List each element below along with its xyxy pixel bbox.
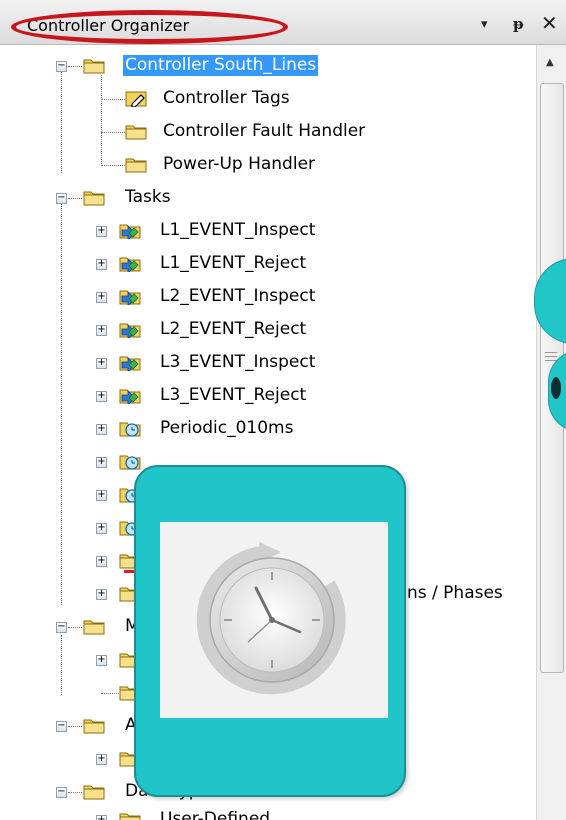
expand-toggle[interactable]: +: [96, 424, 107, 435]
tree-item-label[interactable]: L2_EVENT_Reject: [158, 319, 308, 340]
event-task-icon: [119, 287, 141, 305]
tree-item-task[interactable]: + Periodic_010ms: [0, 414, 536, 444]
collapse-toggle[interactable]: −: [56, 787, 67, 798]
expand-toggle[interactable]: +: [96, 259, 107, 270]
tree-item-label[interactable]: Tasks: [123, 187, 173, 208]
periodic-task-icon: [119, 452, 141, 470]
tree-item-label[interactable]: Controller Tags: [161, 88, 292, 109]
collapse-toggle[interactable]: −: [56, 721, 67, 732]
tree-item-task[interactable]: + L3_EVENT_Inspect: [0, 348, 536, 378]
scroll-up-icon[interactable]: ▲: [546, 57, 554, 68]
tree-item-fault-handler[interactable]: Controller Fault Handler: [0, 117, 536, 147]
tree-item-task[interactable]: + L2_EVENT_Inspect: [0, 282, 536, 312]
folder-icon: [83, 188, 105, 206]
collapse-toggle[interactable]: −: [56, 193, 67, 204]
tree-item-label[interactable]: Periodic_010ms: [158, 418, 295, 439]
tags-icon: [125, 89, 147, 107]
expand-toggle[interactable]: +: [96, 655, 107, 666]
expand-toggle[interactable]: +: [96, 457, 107, 468]
tree-item-powerup-handler[interactable]: Power-Up Handler: [0, 150, 536, 180]
tree-item-task[interactable]: + L1_EVENT_Reject: [0, 249, 536, 279]
expand-toggle[interactable]: +: [96, 490, 107, 501]
periodic-task-icon: [119, 419, 141, 437]
collapse-toggle[interactable]: −: [56, 622, 67, 633]
folder-icon: [119, 810, 141, 820]
tree-item-label[interactable]: L3_EVENT_Reject: [158, 385, 308, 406]
tree-item-label[interactable]: L2_EVENT_Inspect: [158, 286, 317, 307]
vertical-scrollbar[interactable]: ▲: [536, 45, 566, 820]
expand-toggle[interactable]: +: [96, 523, 107, 534]
collapse-toggle[interactable]: −: [56, 61, 67, 72]
panel-titlebar: Controller Organizer ▾ ᵽ ✕: [0, 0, 566, 45]
tree-item-controller[interactable]: − Controller South_Lines: [0, 51, 536, 81]
tree-item-label[interactable]: ns / Phases: [405, 583, 505, 604]
event-task-icon: [119, 353, 141, 371]
tree-item-user-defined[interactable]: + User-Defined: [0, 805, 536, 820]
clock-icon: [160, 522, 388, 718]
expand-toggle[interactable]: +: [96, 325, 107, 336]
expand-toggle[interactable]: +: [96, 226, 107, 237]
expand-toggle[interactable]: +: [96, 391, 107, 402]
tree-item-label[interactable]: L1_EVENT_Inspect: [158, 220, 317, 241]
tree-item-tasks[interactable]: − Tasks: [0, 183, 536, 213]
folder-icon: [83, 56, 105, 74]
event-task-icon: [119, 386, 141, 404]
expand-toggle[interactable]: +: [96, 754, 107, 765]
folder-icon: [83, 716, 105, 734]
tree-item-label[interactable]: Controller Fault Handler: [161, 121, 367, 142]
tree-item-controller-tags[interactable]: Controller Tags: [0, 84, 536, 114]
clock-card: [134, 465, 406, 797]
event-task-icon: [119, 254, 141, 272]
expand-toggle[interactable]: +: [96, 589, 107, 600]
expand-toggle[interactable]: +: [96, 556, 107, 567]
event-task-icon: [119, 221, 141, 239]
expand-toggle[interactable]: +: [96, 292, 107, 303]
tree-item-label[interactable]: Power-Up Handler: [161, 154, 317, 175]
clock-panel: [160, 522, 388, 718]
tree-item-task[interactable]: + L3_EVENT_Reject: [0, 381, 536, 411]
pin-icon[interactable]: ᵽ: [513, 15, 524, 33]
folder-icon: [125, 122, 147, 140]
tree-item-label[interactable]: Controller South_Lines: [123, 55, 319, 76]
close-icon[interactable]: ✕: [541, 11, 558, 35]
tree-item-label[interactable]: L3_EVENT_Inspect: [158, 352, 317, 373]
tree-item-task[interactable]: + L2_EVENT_Reject: [0, 315, 536, 345]
folder-icon: [83, 617, 105, 635]
expand-toggle[interactable]: +: [96, 815, 107, 820]
expand-toggle[interactable]: +: [96, 358, 107, 369]
tree-item-label[interactable]: User-Defined: [158, 809, 272, 820]
highlight-ellipse: [11, 10, 288, 44]
dropdown-icon[interactable]: ▾: [481, 17, 488, 32]
tree-guide: [101, 75, 102, 166]
tree-item-label[interactable]: L1_EVENT_Reject: [158, 253, 308, 274]
folder-icon: [125, 155, 147, 173]
tree-item-task[interactable]: + L1_EVENT_Inspect: [0, 216, 536, 246]
event-task-icon: [119, 320, 141, 338]
folder-icon: [83, 782, 105, 800]
